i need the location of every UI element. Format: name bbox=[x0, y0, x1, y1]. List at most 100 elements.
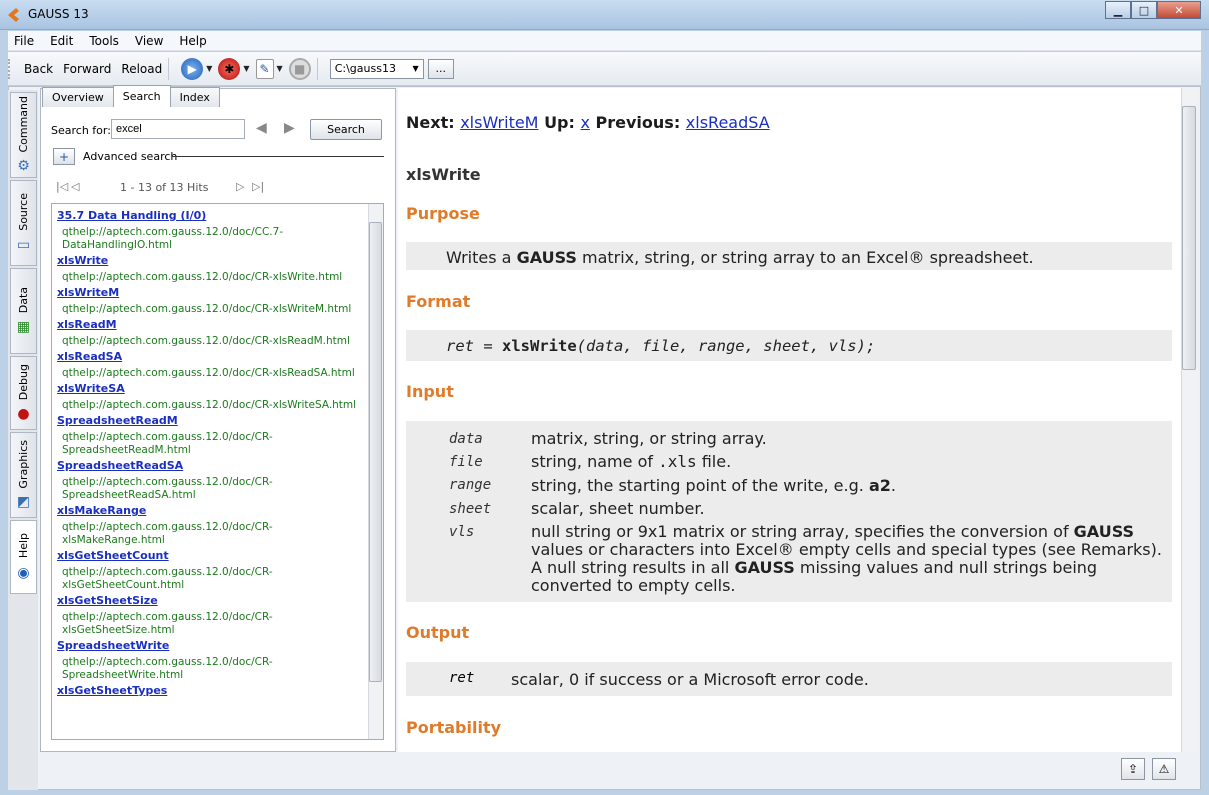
result-title-link[interactable]: xlsGetSheetTypes bbox=[57, 684, 367, 697]
search-input[interactable] bbox=[111, 119, 245, 139]
status-bar bbox=[40, 754, 1200, 788]
first-page-icon[interactable]: |◁ bbox=[56, 180, 68, 193]
source-file-icon: ▭ bbox=[16, 236, 31, 253]
stop-icon[interactable]: ■ bbox=[288, 57, 311, 80]
maximize-button[interactable]: □ bbox=[1131, 1, 1157, 19]
debug-bug-icon[interactable]: ✱ bbox=[218, 57, 241, 80]
advanced-search-toggle[interactable]: + bbox=[53, 148, 75, 165]
gear-icon: ⚙ bbox=[17, 158, 30, 175]
output-heading: Output bbox=[406, 623, 470, 642]
result-title-link[interactable]: xlsMakeRange bbox=[57, 504, 367, 517]
result-url: qthelp://aptech.com.gauss.12.0/doc/CR-xl… bbox=[62, 367, 355, 379]
sidebar-tab-debug[interactable]: Debug ● bbox=[10, 356, 37, 430]
sidebar-tab-source[interactable]: Source ▭ bbox=[10, 180, 37, 266]
last-page-icon[interactable]: ▷| bbox=[252, 180, 264, 193]
result-title-link[interactable]: 35.7 Data Handling (I/0) bbox=[57, 209, 367, 222]
search-label: Search for: bbox=[51, 124, 111, 137]
debug-dropdown-icon[interactable]: ▼ bbox=[243, 64, 249, 73]
search-next-icon[interactable]: ▶ bbox=[284, 120, 295, 136]
sidebar-tab-data[interactable]: Data ▦ bbox=[10, 268, 37, 354]
sidebar-tab-help[interactable]: Help ◉ bbox=[10, 520, 37, 594]
arg-name: vls bbox=[449, 524, 475, 540]
tab-overview[interactable]: Overview bbox=[42, 87, 114, 107]
result-url: qthelp://aptech.com.gauss.12.0/doc/CR-xl… bbox=[62, 271, 343, 283]
up-link[interactable]: x bbox=[580, 113, 589, 132]
result-title-link[interactable]: SpreadsheetReadSA bbox=[57, 459, 367, 472]
arg-desc: scalar, sheet number. bbox=[531, 499, 705, 518]
reload-button[interactable]: Reload bbox=[121, 62, 162, 76]
working-directory-value: C:\gauss13 bbox=[334, 62, 396, 75]
result-title-link[interactable]: xlsReadSA bbox=[57, 350, 367, 363]
result-title-link[interactable]: SpreadsheetReadM bbox=[57, 414, 367, 427]
arg-desc: matrix, string, or string array. bbox=[531, 429, 767, 448]
arg-name: file bbox=[449, 454, 483, 470]
arg-desc: string, the starting point of the write,… bbox=[531, 476, 896, 495]
result-title-link[interactable]: xlsReadM bbox=[57, 318, 367, 331]
bug-icon: ● bbox=[17, 406, 30, 423]
result-url: qthelp://aptech.com.gauss.12.0/doc/CC.7-… bbox=[62, 226, 284, 251]
run-dropdown-icon[interactable]: ▼ bbox=[206, 64, 212, 73]
graphics-icon: ◩ bbox=[16, 494, 31, 511]
result-title-link[interactable]: xlsWriteM bbox=[57, 286, 367, 299]
result-title-link[interactable]: xlsGetSheetSize bbox=[57, 594, 367, 607]
doc-navigation: Next: xlsWriteM Up: x Previous: xlsReadS… bbox=[406, 113, 770, 132]
arg-name: data bbox=[449, 431, 483, 447]
arg-name: sheet bbox=[449, 501, 492, 517]
hits-count: 1 - 13 of 13 Hits bbox=[120, 181, 209, 194]
menu-file[interactable]: File bbox=[14, 34, 34, 48]
result-url: qthelp://aptech.com.gauss.12.0/doc/CR-xl… bbox=[62, 566, 273, 591]
arg-name: range bbox=[449, 477, 492, 493]
result-title-link[interactable]: SpreadsheetWrite bbox=[57, 639, 367, 652]
search-prev-icon[interactable]: ◀ bbox=[256, 120, 267, 136]
documentation-pane bbox=[398, 88, 1181, 752]
arg-desc: null string or 9x1 matrix or string arra… bbox=[531, 522, 1162, 595]
previous-link[interactable]: xlsReadSA bbox=[686, 113, 770, 132]
help-icon: ◉ bbox=[17, 564, 30, 581]
result-url: qthelp://aptech.com.gauss.12.0/doc/CR-Sp… bbox=[62, 431, 273, 456]
sidebar-tab-graphics[interactable]: Graphics ◩ bbox=[10, 432, 37, 518]
prev-page-icon[interactable]: ◁ bbox=[71, 180, 79, 193]
back-button[interactable]: Back bbox=[24, 62, 53, 76]
run-icon[interactable]: ▶ bbox=[181, 57, 204, 80]
menu-help[interactable]: Help bbox=[179, 34, 206, 48]
next-link[interactable]: xlsWriteM bbox=[460, 113, 538, 132]
menu-view[interactable]: View bbox=[135, 34, 163, 48]
search-button[interactable]: Search bbox=[310, 119, 382, 140]
next-page-icon[interactable]: ▷ bbox=[236, 180, 244, 193]
tab-search[interactable]: Search bbox=[112, 85, 171, 107]
edit-icon[interactable]: ✎ bbox=[255, 58, 274, 79]
export-icon[interactable]: ⇪ bbox=[1121, 758, 1145, 780]
help-tabs: Overview Search Index bbox=[42, 85, 220, 107]
format-signature: ret = xlsWrite(data, file, range, sheet,… bbox=[446, 337, 876, 355]
input-heading: Input bbox=[406, 382, 454, 401]
forward-button[interactable]: Forward bbox=[63, 62, 111, 76]
result-url: qthelp://aptech.com.gauss.12.0/doc/CR-xl… bbox=[62, 611, 273, 636]
result-url: qthelp://aptech.com.gauss.12.0/doc/CR-Sp… bbox=[62, 656, 273, 681]
menu-edit[interactable]: Edit bbox=[50, 34, 73, 48]
working-directory-combo[interactable]: C:\gauss13 ▼ bbox=[329, 58, 424, 79]
purpose-text: Writes a GAUSS matrix, string, or string… bbox=[446, 248, 1034, 267]
minimize-button[interactable]: ▁ bbox=[1105, 1, 1131, 19]
close-button[interactable]: ✕ bbox=[1157, 1, 1201, 19]
result-title-link[interactable]: xlsWriteSA bbox=[57, 382, 367, 395]
browse-button[interactable]: ... bbox=[427, 58, 454, 79]
doc-scrollbar-thumb[interactable] bbox=[1182, 106, 1196, 370]
window-title: GAUSS 13 bbox=[28, 7, 89, 21]
menu-bar: File Edit Tools View Help bbox=[8, 31, 1201, 51]
arg-desc: string, name of .xls file. bbox=[531, 452, 732, 471]
result-title-link[interactable]: xlsGetSheetCount bbox=[57, 549, 367, 562]
results-scrollbar-thumb[interactable] bbox=[369, 222, 382, 682]
output-desc: scalar, 0 if success or a Microsoft erro… bbox=[511, 670, 869, 689]
tab-index[interactable]: Index bbox=[169, 87, 220, 107]
sidebar: Command ⚙ Source ▭ Data ▦ Debug ● Graphi… bbox=[8, 90, 38, 790]
advanced-search-label: Advanced search bbox=[83, 150, 178, 163]
result-url: qthelp://aptech.com.gauss.12.0/doc/CR-xl… bbox=[62, 335, 350, 347]
format-heading: Format bbox=[406, 292, 471, 311]
divider bbox=[172, 156, 384, 157]
edit-dropdown-icon[interactable]: ▼ bbox=[277, 64, 283, 73]
portability-heading: Portability bbox=[406, 718, 502, 737]
menu-tools[interactable]: Tools bbox=[89, 34, 119, 48]
sidebar-tab-command[interactable]: Command ⚙ bbox=[10, 92, 37, 178]
warning-icon[interactable]: ⚠ bbox=[1152, 758, 1176, 780]
result-title-link[interactable]: xlsWrite bbox=[57, 254, 367, 267]
